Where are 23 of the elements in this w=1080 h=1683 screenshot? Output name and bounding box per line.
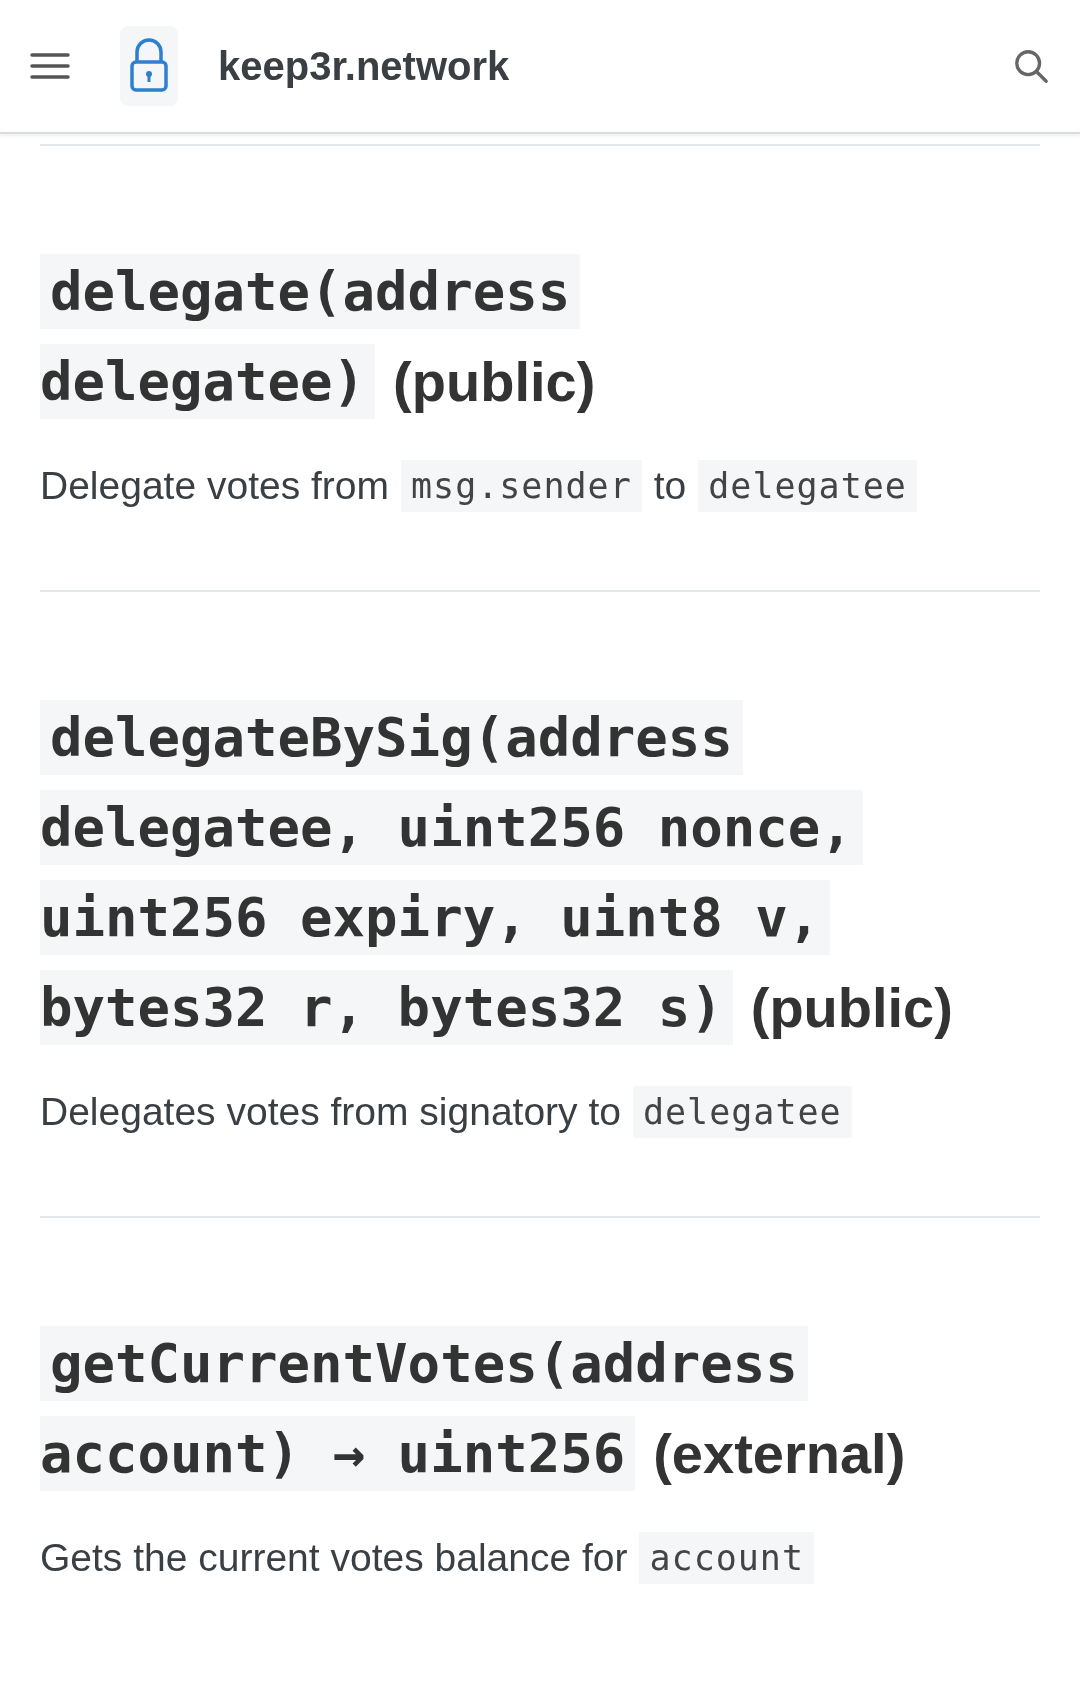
description-text: Delegate votes from (40, 464, 389, 508)
function-signature: delegatee, uint256 nonce, (40, 789, 863, 865)
visibility-label: (public) (393, 348, 596, 414)
inline-code: account (639, 1532, 814, 1584)
inline-code: msg.sender (401, 460, 642, 512)
function-signature: delegate(address (40, 253, 581, 329)
description-text: to (653, 464, 687, 508)
function-signature: account) → uint256 (40, 1415, 636, 1491)
inline-code: delegatee (632, 1086, 852, 1138)
visibility-label: (public) (750, 974, 953, 1040)
site-title[interactable]: keep3r.network (218, 43, 510, 89)
function-signature: uint256 expiry, uint8 v, (40, 879, 831, 955)
function-signature: delegatee) (40, 343, 376, 419)
function-signature: getCurrentVotes(address (40, 1325, 808, 1401)
inline-code: delegatee (698, 460, 917, 512)
description-text: Delegates votes from signatory to (40, 1090, 621, 1134)
search-icon[interactable] (1012, 47, 1050, 85)
visibility-label: (external) (653, 1420, 906, 1486)
function-signature: bytes32 r, bytes32 s) (40, 969, 733, 1045)
lock-icon[interactable] (120, 26, 178, 106)
menu-icon[interactable] (30, 52, 70, 80)
description-text: Gets the current votes balance for (40, 1536, 628, 1580)
function-signature: delegateBySig(address (40, 699, 743, 775)
